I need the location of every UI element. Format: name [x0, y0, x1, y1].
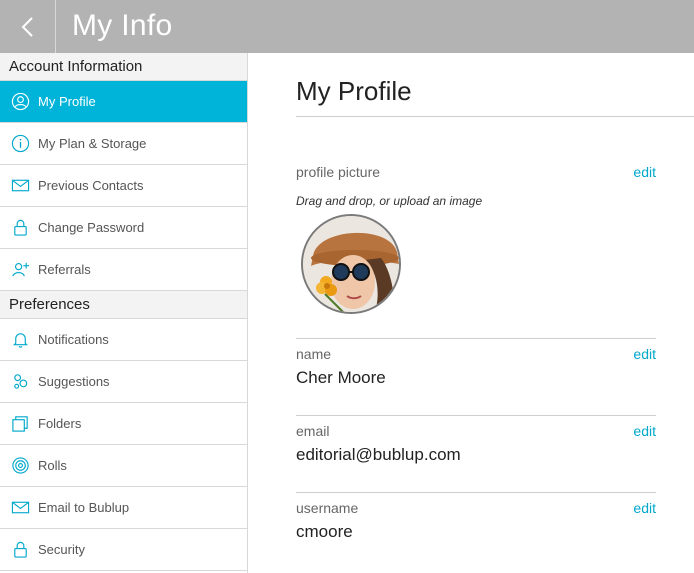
sidebar-item-my-profile[interactable]: My Profile — [0, 81, 247, 123]
page-title: My Profile — [296, 76, 412, 106]
bubbles-icon — [0, 372, 38, 391]
profile-picture-edit-link[interactable]: edit — [633, 163, 656, 181]
name-label: name — [296, 346, 332, 362]
email-edit-link[interactable]: edit — [633, 422, 656, 440]
username-edit-link[interactable]: edit — [633, 499, 656, 517]
add-user-icon — [0, 260, 38, 279]
name-value: Cher Moore — [296, 368, 386, 387]
top-bar: My Info — [0, 0, 694, 53]
sidebar-item-referrals[interactable]: Referrals — [0, 249, 247, 291]
back-button[interactable] — [0, 0, 56, 53]
username-label: username — [296, 500, 359, 516]
section-header-preferences: Preferences — [0, 291, 247, 319]
lock-icon — [0, 540, 38, 559]
sidebar-item-my-plan-storage[interactable]: My Plan & Storage — [0, 123, 247, 165]
envelope-icon — [0, 498, 38, 517]
lock-icon — [0, 218, 38, 237]
sidebar-item-suggestions[interactable]: Suggestions — [0, 361, 247, 403]
email-label: email — [296, 423, 330, 439]
name-edit-link[interactable]: edit — [633, 345, 656, 363]
folders-icon — [0, 414, 38, 433]
avatar[interactable] — [301, 214, 401, 314]
sidebar-item-label: Suggestions — [38, 374, 110, 389]
upload-hint: Drag and drop, or upload an image — [296, 194, 483, 208]
sidebar-item-label: Email to Bublup — [38, 500, 130, 515]
divider — [296, 492, 656, 493]
user-circle-icon — [0, 92, 38, 111]
info-icon — [0, 134, 38, 153]
sidebar-item-security[interactable]: Security — [0, 529, 247, 571]
sidebar-item-label: Notifications — [38, 332, 109, 347]
sidebar-item-label: Folders — [38, 416, 82, 431]
sidebar-item-previous-contacts[interactable]: Previous Contacts — [0, 165, 247, 207]
section-header-account: Account Information — [0, 53, 247, 81]
divider — [296, 338, 656, 339]
sidebar-item-email-to-bublup[interactable]: Email to Bublup — [0, 487, 247, 529]
bell-icon — [0, 330, 38, 349]
sidebar: Account Information My Profile My Plan &… — [0, 53, 248, 573]
sidebar-item-label: My Profile — [38, 94, 96, 109]
email-value: editorial@bublup.com — [296, 445, 461, 464]
sidebar-item-label: Referrals — [38, 262, 91, 277]
sidebar-item-label: Previous Contacts — [38, 178, 144, 193]
avatar-photo — [303, 216, 399, 312]
sidebar-item-rolls[interactable]: Rolls — [0, 445, 247, 487]
sidebar-item-label: Security — [38, 542, 85, 557]
divider — [296, 415, 656, 416]
profile-panel: My Profile profile picture edit Drag and… — [248, 53, 694, 573]
page-header-title: My Info — [72, 9, 173, 42]
profile-picture-label: profile picture — [296, 164, 381, 180]
chevron-left-icon — [21, 16, 33, 37]
sidebar-item-label: Change Password — [38, 220, 145, 235]
envelope-icon — [0, 176, 38, 195]
sidebar-item-label: Rolls — [38, 458, 67, 473]
sidebar-item-notifications[interactable]: Notifications — [0, 319, 247, 361]
divider — [296, 116, 694, 117]
sidebar-item-label: My Plan & Storage — [38, 136, 147, 151]
spiral-icon — [0, 456, 38, 475]
sidebar-item-change-password[interactable]: Change Password — [0, 207, 247, 249]
username-value: cmoore — [296, 522, 353, 541]
sidebar-item-folders[interactable]: Folders — [0, 403, 247, 445]
